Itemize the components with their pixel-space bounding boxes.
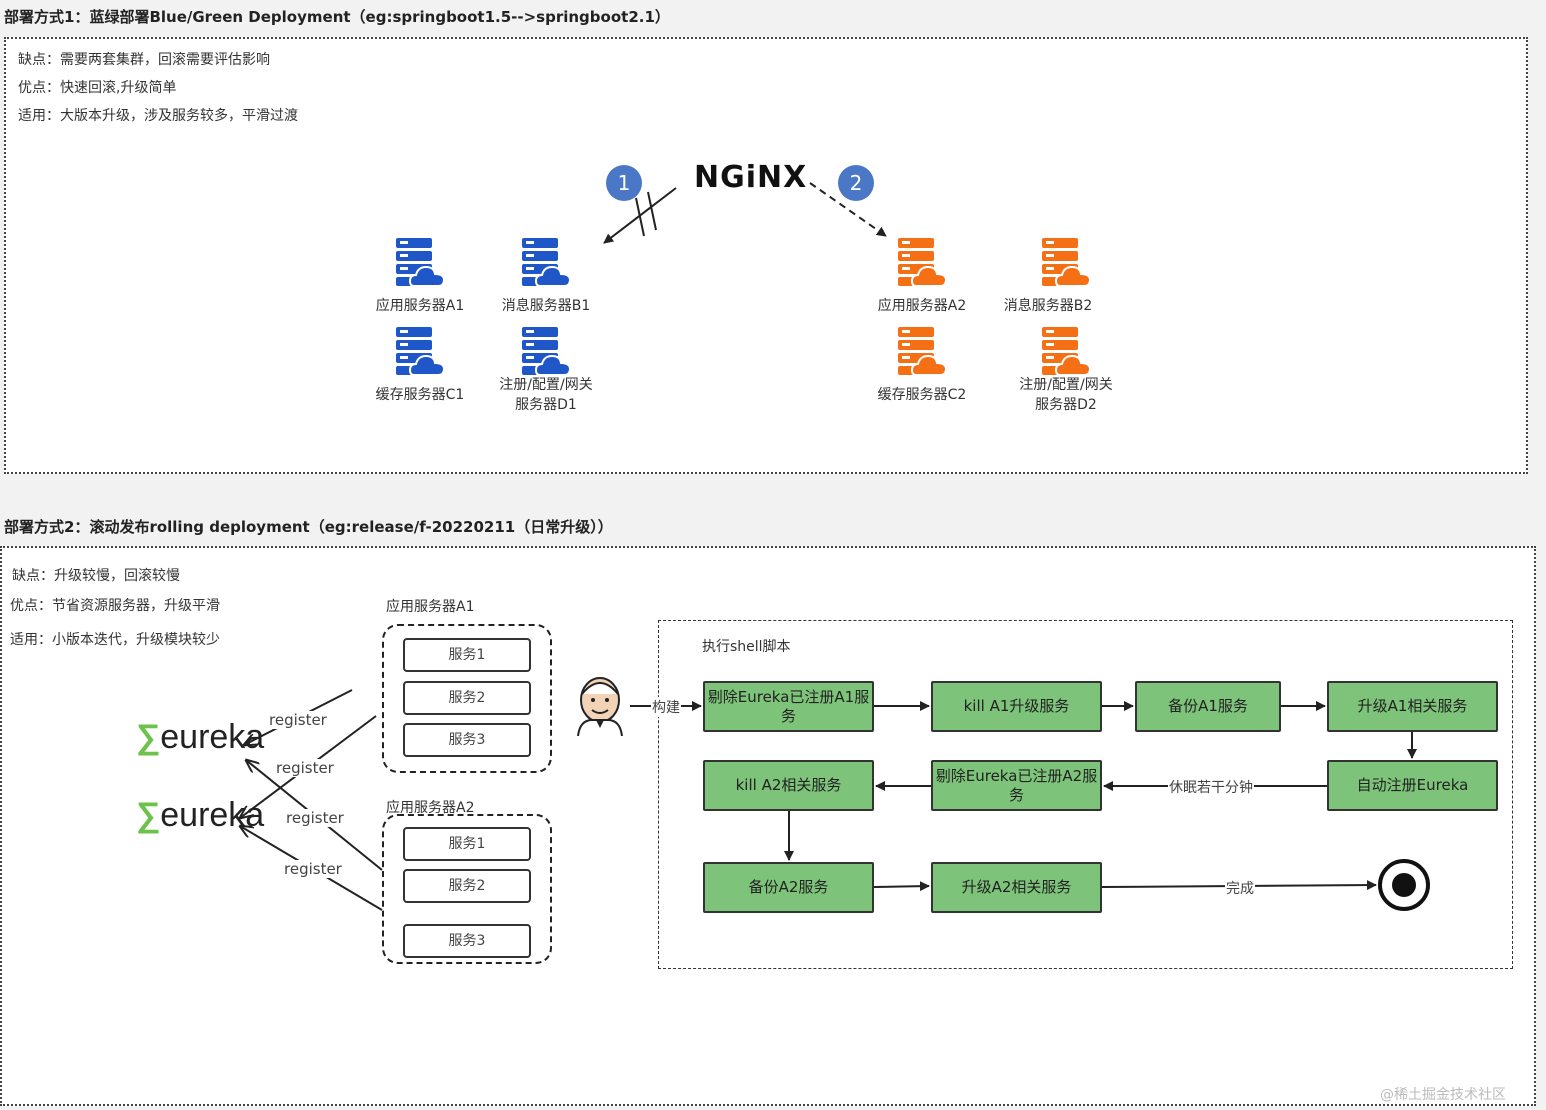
register-label-4: register (284, 860, 342, 878)
register-label-3: register (286, 809, 344, 827)
build-label: 构建 (651, 697, 681, 717)
watermark: @稀土掘金技术社区 (1380, 1087, 1506, 1103)
register-label-1: register (269, 711, 327, 729)
done-label: 完成 (1225, 878, 1255, 898)
connectors (0, 182, 1417, 911)
nginx-to-orange-arrow (809, 182, 887, 237)
sleep-label: 休眠若干分钟 (1168, 777, 1254, 797)
blocked-mark-2 (647, 191, 657, 231)
register-label-2: register (276, 759, 334, 777)
